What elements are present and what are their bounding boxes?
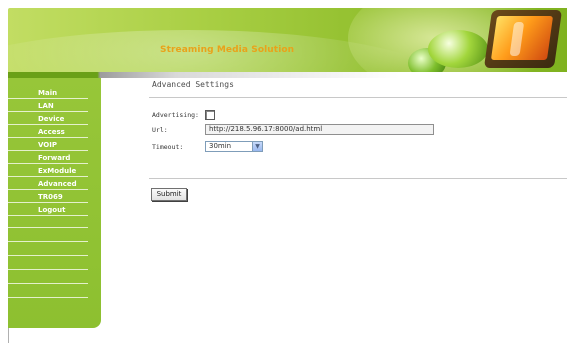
sidebar-item-tr069[interactable]: TR069 [8,191,88,203]
chevron-down-icon[interactable]: ▼ [252,142,262,151]
timeout-selected-value: 30min [209,142,232,150]
sidebar-item-forward[interactable]: Forward [8,152,88,164]
sidebar-divider [8,297,88,298]
form-divider [149,178,567,179]
sidebar-item-device[interactable]: Device [8,113,88,125]
sidebar-divider [8,283,88,284]
sidebar-item-logout[interactable]: Logout [8,204,88,216]
sidebar-divider [8,269,88,270]
sidebar-divider [8,227,88,228]
sidebar-item-lan[interactable]: LAN [8,100,88,112]
sidebar-item-voip[interactable]: VOIP [8,139,88,151]
sidebar-divider [8,241,88,242]
timeout-label: Timeout: [152,143,184,151]
advertising-label: Advertising: [152,111,199,119]
banner-orb-decoration [428,30,488,68]
submit-button[interactable]: Submit [151,188,187,201]
title-divider [149,97,567,98]
page-title: Advanced Settings [152,80,234,89]
tv-screen-icon [490,16,554,60]
banner-title: Streaming Media Solution [160,45,295,55]
url-label: Url: [152,126,168,134]
sidebar-divider [8,255,88,256]
url-input[interactable]: http://218.5.96.17:8000/ad.html [205,124,434,135]
sidebar-item-access[interactable]: Access [8,126,88,138]
header-banner: Streaming Media Solution [8,8,567,72]
sidebar-item-main[interactable]: Main [8,87,88,99]
sidebar-item-advanced[interactable]: Advanced [8,178,88,190]
sidebar-item-exmodule[interactable]: ExModule [8,165,88,177]
timeout-select[interactable]: 30min ▼ [205,141,263,152]
advertising-checkbox[interactable] [205,110,215,120]
sidebar: Main LAN Device Access VOIP Forward ExMo… [8,78,101,328]
